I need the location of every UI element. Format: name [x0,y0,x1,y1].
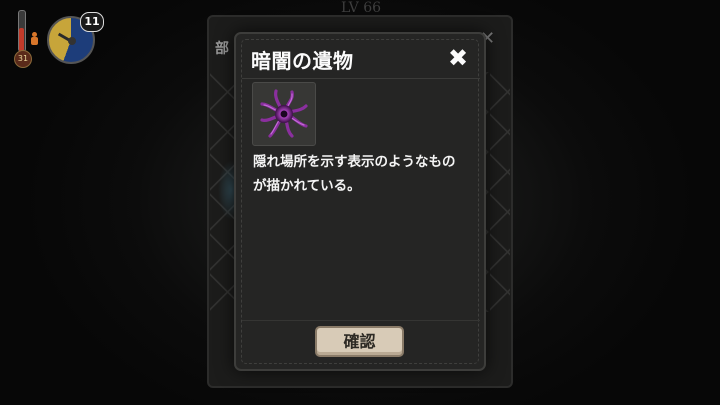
item-description-line: が描かれている。 [253,178,361,194]
title-divider [242,78,480,79]
temperature-value: 31 [14,50,32,68]
character-status-icon [30,32,38,46]
thermometer-icon: 31 [14,10,32,68]
confirm-button[interactable]: 確認 [315,326,404,357]
item-description: 隠れ場所を示す表示のようなもの が描かれている。 [253,150,485,198]
footer-divider [242,320,480,321]
dark-relic-icon [260,89,308,138]
dialog-title: 暗闇の遺物 [251,49,354,73]
close-icon[interactable]: ✖ [446,44,470,72]
day-counter-badge: 11 [80,12,104,32]
background-panel-label: 部 [215,41,229,57]
background-panel-title: LV 66 [341,0,382,16]
item-image-frame [252,82,316,146]
gauge-hub [68,37,76,45]
thermometer-fill [19,28,24,52]
item-description-line: 隠れ場所を示す表示のようなもの [253,154,456,170]
